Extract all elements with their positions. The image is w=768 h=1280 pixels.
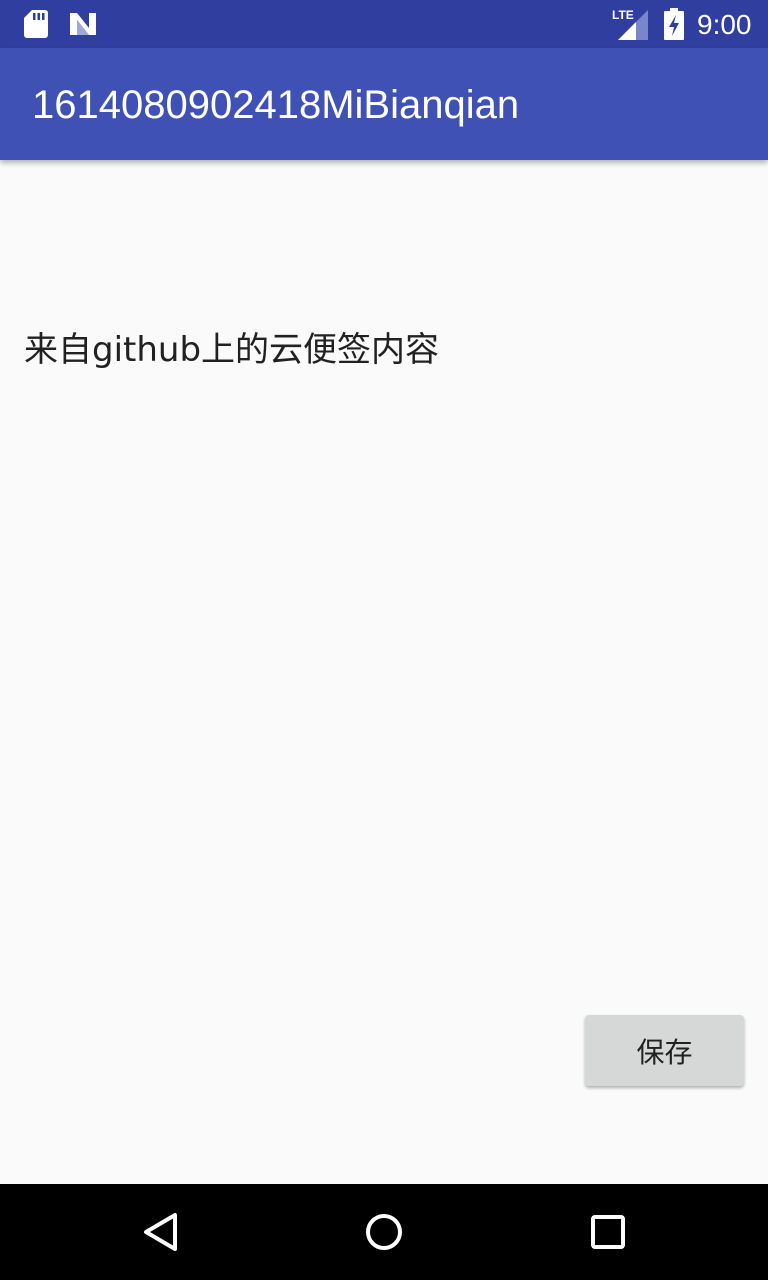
page-title: 1614080902418MiBianqian <box>32 83 520 127</box>
back-icon[interactable] <box>136 1208 184 1256</box>
battery-charging-icon <box>664 8 684 40</box>
recents-icon[interactable] <box>584 1208 632 1256</box>
navigation-bar <box>0 1184 768 1280</box>
lte-signal-icon: LTE <box>612 8 648 40</box>
app-bar: 1614080902418MiBianqian <box>0 48 768 160</box>
note-content: 来自github上的云便签内容 <box>24 330 440 370</box>
notification-n-icon <box>70 13 96 35</box>
sd-card-icon <box>24 10 48 38</box>
status-clock: 9:00 <box>697 9 752 40</box>
save-button[interactable]: 保存 <box>585 1015 744 1086</box>
status-bar: LTE 9:00 <box>0 0 768 48</box>
network-type-label: LTE <box>612 8 634 22</box>
home-icon[interactable] <box>360 1208 408 1256</box>
